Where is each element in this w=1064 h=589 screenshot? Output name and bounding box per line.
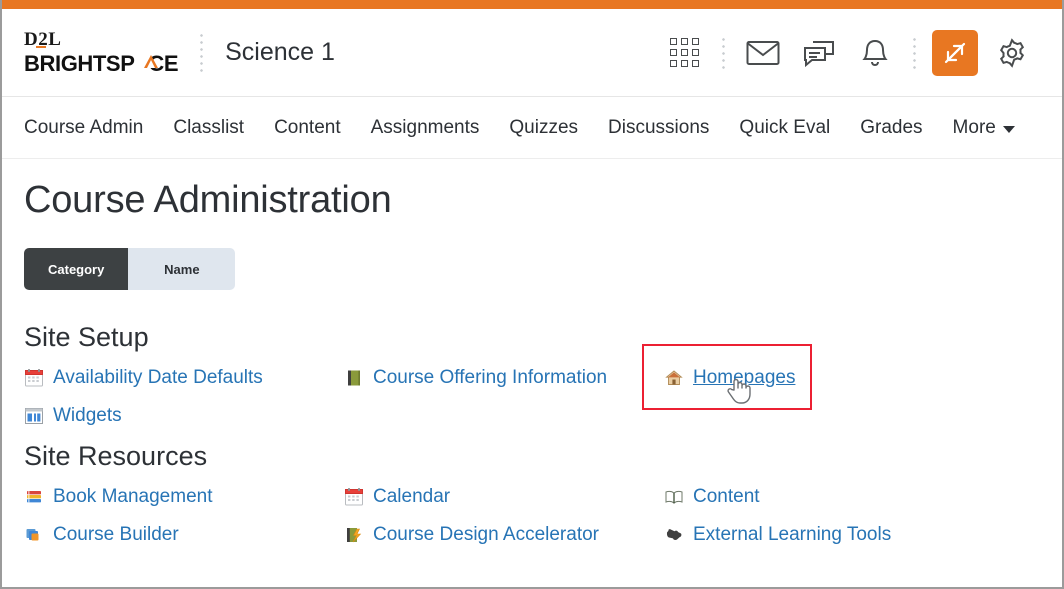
tool-label: Book Management	[53, 486, 213, 507]
puzzle-icon	[664, 525, 684, 545]
nav-item-grades[interactable]: Grades	[860, 117, 922, 139]
main-content: Course Administration Category Name Site…	[2, 159, 1062, 550]
view-toggle: Category Name	[24, 248, 236, 290]
homepages-highlight-region: Homepages	[642, 344, 1040, 410]
tool-link-external-learning-tools[interactable]: External Learning Tools	[664, 520, 1040, 550]
header-icon-group	[656, 25, 1040, 81]
tool-label: Availability Date Defaults	[53, 367, 263, 388]
tool-label: Course Offering Information	[373, 367, 608, 388]
nav-item-assignments[interactable]: Assignments	[371, 117, 480, 139]
nav-item-quizzes[interactable]: Quizzes	[509, 117, 578, 139]
brightspace-page: D2L BRIGHTSPACE Science 1	[0, 0, 1064, 589]
nav-item-classlist[interactable]: Classlist	[173, 117, 244, 139]
tool-link-homepages[interactable]: Homepages	[664, 363, 1040, 393]
mouse-cursor-hand-icon	[727, 378, 751, 404]
top-accent-bar	[2, 0, 1062, 9]
tool-label: Widgets	[53, 405, 122, 426]
tool-label: Calendar	[373, 486, 451, 507]
nav-item-discussions[interactable]: Discussions	[608, 117, 709, 139]
course-title: Science 1	[225, 38, 335, 66]
open-book-icon	[664, 487, 684, 507]
tool-label: External Learning Tools	[693, 524, 892, 545]
course-navbar: Course Admin Classlist Content Assignmen…	[2, 97, 1062, 159]
tool-label: Content	[693, 486, 760, 507]
tool-link-book-management[interactable]: Book Management	[24, 482, 344, 512]
diagonal-arrows-icon[interactable]	[932, 29, 978, 76]
site-setup-grid: Availability Date Defaults Course Offeri…	[24, 344, 1040, 431]
calendar-icon	[344, 487, 364, 507]
page-header: D2L BRIGHTSPACE Science 1	[2, 9, 1062, 97]
d2l-brightspace-logo[interactable]: D2L BRIGHTSPACE	[24, 29, 179, 76]
tool-link-course-offering-information[interactable]: Course Offering Information	[344, 363, 664, 393]
tool-link-widgets[interactable]: Widgets	[24, 401, 344, 431]
section-title-site-resources: Site Resources	[24, 441, 208, 471]
tool-link-course-builder[interactable]: Course Builder	[24, 520, 344, 550]
calendar-icon	[24, 368, 44, 388]
layers-icon	[24, 525, 44, 545]
toggle-name-button[interactable]: Name	[128, 248, 236, 290]
books-stack-icon	[24, 487, 44, 507]
icon-group-divider	[722, 35, 725, 70]
tool-link-calendar[interactable]: Calendar	[344, 482, 664, 512]
book-lightning-icon	[344, 525, 364, 545]
tool-link-course-design-accelerator[interactable]: Course Design Accelerator	[344, 520, 664, 550]
chat-bubbles-icon[interactable]	[791, 25, 847, 81]
section-title-site-setup: Site Setup	[24, 322, 149, 352]
header-divider	[200, 31, 204, 74]
site-resources-grid: Book Management Calendar Content Course …	[24, 482, 1040, 550]
waffle-grid	[669, 38, 699, 67]
logo-d2l-text: D2L	[24, 29, 62, 50]
bell-icon[interactable]	[847, 25, 903, 81]
nav-item-content[interactable]: Content	[274, 117, 341, 139]
page-title: Course Administration	[24, 179, 392, 221]
icon-group-divider-2	[913, 35, 916, 70]
chevron-down-icon	[1002, 125, 1015, 133]
nav-item-quick-eval[interactable]: Quick Eval	[739, 117, 830, 139]
house-icon	[664, 368, 684, 388]
logo-accent-chevron	[144, 55, 158, 68]
logo-accent-underline	[36, 46, 46, 48]
tool-link-content[interactable]: Content	[664, 482, 1040, 512]
logo-brightspace-text: BRIGHTSPACE	[24, 51, 179, 76]
nav-item-more[interactable]: More	[953, 117, 1015, 139]
tool-label: Course Builder	[53, 524, 179, 545]
nav-more-label: More	[952, 116, 996, 138]
book-closed-icon	[344, 368, 364, 388]
nav-item-course-admin[interactable]: Course Admin	[24, 117, 143, 139]
gear-icon[interactable]	[984, 25, 1040, 81]
toggle-category-button[interactable]: Category	[24, 248, 129, 290]
envelope-icon[interactable]	[735, 25, 791, 81]
widgets-icon	[24, 406, 44, 426]
tool-label: Course Design Accelerator	[373, 524, 599, 545]
tool-link-availability-date-defaults[interactable]: Availability Date Defaults	[24, 363, 344, 393]
waffle-menu-icon[interactable]	[656, 25, 712, 81]
